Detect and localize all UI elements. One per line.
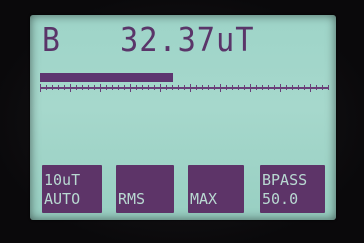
bargraph-tick (196, 85, 197, 90)
bargraph (40, 73, 329, 93)
bargraph-tick (244, 85, 245, 90)
softkey-range-mode: AUTO (44, 190, 81, 208)
meter-device: B 32.37uT 10uT AUTO RMS MAX BPASS 50.0 (0, 0, 364, 243)
bargraph-tick (154, 85, 155, 90)
softkey-range-value: 10uT (44, 171, 81, 189)
bargraph-tick (166, 85, 167, 90)
softkey-rms-label: RMS (118, 190, 146, 208)
softkey-max-label: MAX (190, 190, 218, 208)
bargraph-tick (136, 85, 137, 90)
bargraph-tick (262, 85, 263, 90)
bargraph-tick (184, 85, 185, 90)
bargraph-tick (64, 85, 65, 90)
softkey-rms[interactable]: RMS (116, 165, 174, 213)
softkey-bandpass-label: BPASS (262, 171, 308, 189)
lcd-screen: B 32.37uT 10uT AUTO RMS MAX BPASS 50.0 (30, 15, 336, 220)
bargraph-tick (214, 85, 215, 90)
bargraph-tick (142, 85, 143, 90)
bargraph-tick (112, 85, 113, 90)
bargraph-tick (106, 85, 107, 90)
bargraph-tick (118, 85, 119, 90)
bargraph-tick (298, 85, 299, 90)
bargraph-tick (46, 85, 47, 90)
bargraph-tick (100, 84, 101, 92)
bargraph-tick (124, 85, 125, 90)
bargraph-tick (70, 84, 71, 92)
bargraph-tick (250, 84, 251, 92)
softkey-range[interactable]: 10uT AUTO (42, 165, 102, 213)
softkey-bandpass[interactable]: BPASS 50.0 (260, 165, 325, 213)
bargraph-tick (226, 85, 227, 90)
bargraph-tick (280, 84, 281, 92)
bargraph-tick (328, 85, 329, 90)
softkey-bar: 10uT AUTO RMS MAX BPASS 50.0 (42, 165, 325, 213)
bargraph-tick (58, 85, 59, 90)
bargraph-tick (322, 85, 323, 90)
bargraph-tick (256, 85, 257, 90)
bargraph-tick (160, 84, 161, 92)
bargraph-tick (82, 85, 83, 90)
bargraph-tick (220, 84, 221, 92)
bargraph-tick (52, 85, 53, 90)
bargraph-tick (292, 85, 293, 90)
bargraph-tick (148, 85, 149, 90)
channel-label: B (42, 20, 60, 59)
bargraph-tick (232, 85, 233, 90)
bargraph-tick (286, 85, 287, 90)
bargraph-tick (40, 84, 41, 92)
field-reading: 32.37uT (120, 20, 255, 59)
bargraph-tick (208, 85, 209, 90)
bargraph-tick (88, 85, 89, 90)
bargraph-tick (310, 84, 311, 92)
bargraph-tick (94, 85, 95, 90)
bargraph-tick (238, 85, 239, 90)
bargraph-tick (304, 85, 305, 90)
bargraph-tick (274, 85, 275, 90)
bargraph-tick (178, 85, 179, 90)
bargraph-tick (172, 85, 173, 90)
bargraph-tick (130, 84, 131, 92)
bargraph-tick (76, 85, 77, 90)
bargraph-tick (202, 85, 203, 90)
bargraph-tick (268, 85, 269, 90)
softkey-bandpass-value: 50.0 (262, 190, 299, 208)
bargraph-tick (190, 84, 191, 92)
bargraph-fill (40, 73, 173, 82)
bargraph-tick (316, 85, 317, 90)
softkey-max[interactable]: MAX (188, 165, 244, 213)
